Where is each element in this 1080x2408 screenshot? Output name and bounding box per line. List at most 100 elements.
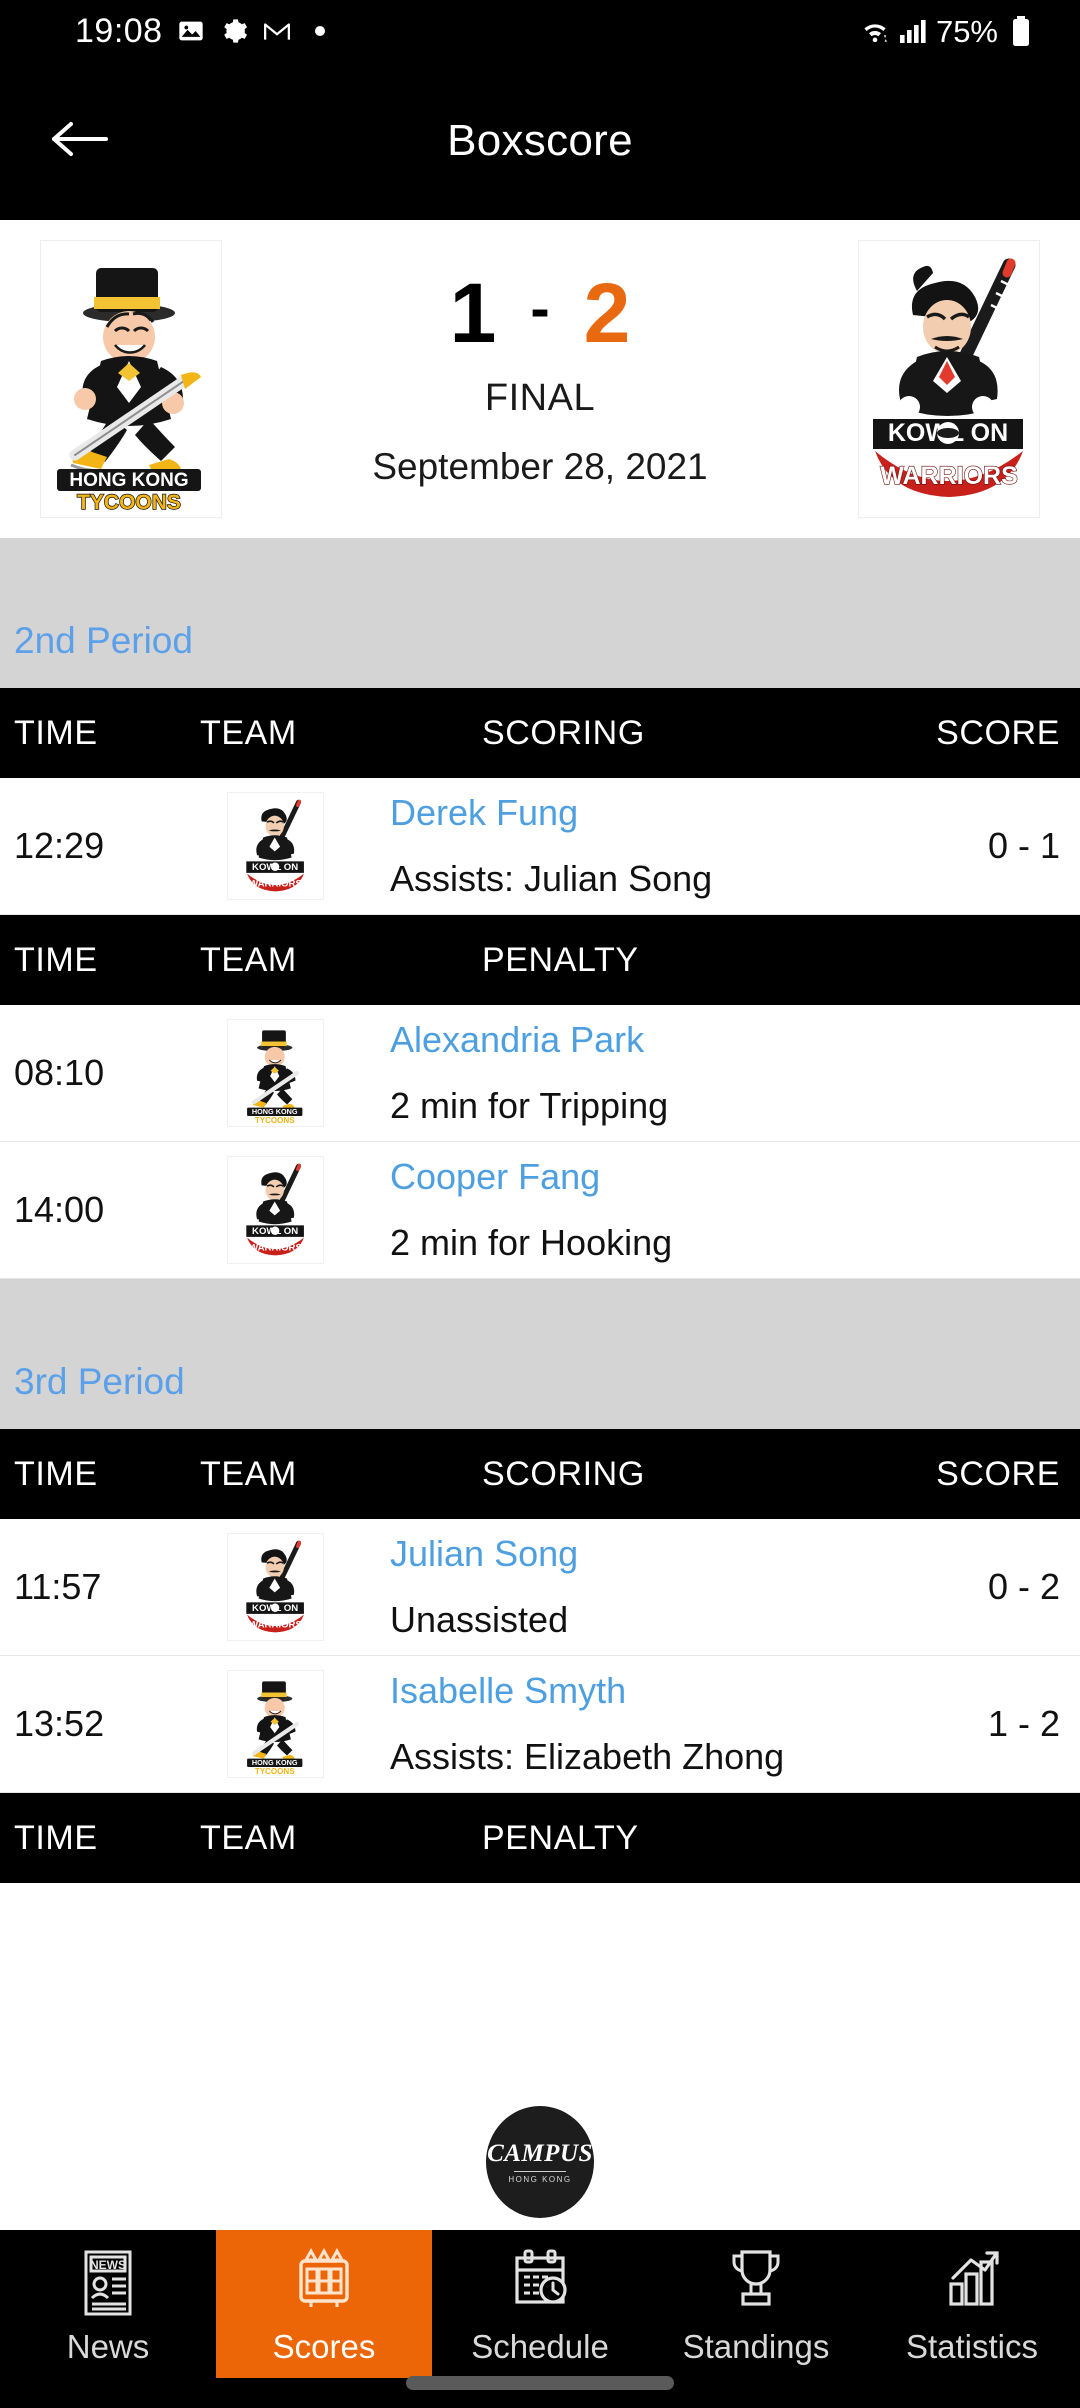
event-team-cell: KOWL ON WARRIORS — [200, 1156, 350, 1264]
bottom-navigation: NEWS News Scores Schedule Standings Stat… — [0, 2230, 1080, 2408]
status-bar-right: 75% — [860, 16, 1080, 47]
scoring-column-header-2nd: TIME TEAM SCORING SCORE — [0, 688, 1080, 778]
hong-kong-tycoons-logo: HONG KONG TYCOONS — [226, 1019, 324, 1127]
column-header-team: TEAM — [200, 713, 297, 752]
battery-icon — [1006, 16, 1036, 46]
column-header-team: TEAM — [200, 1818, 297, 1857]
event-detail-cell: Derek Fung Assists: Julian Song — [350, 792, 850, 900]
event-description: Assists: Elizabeth Zhong — [390, 1736, 785, 1777]
event-team-cell: KOWL ON WARRIORS — [200, 1533, 350, 1641]
svg-text:WARRIORS: WARRIORS — [880, 462, 1018, 490]
score-center: 1 - 2 FINAL September 28, 2021 — [222, 271, 858, 488]
nav-item-scores[interactable]: Scores — [216, 2230, 432, 2378]
home-team-logo[interactable]: HONG KONG TYCOONS — [40, 240, 222, 518]
event-detail-cell: Alexandria Park 2 min for Tripping — [350, 1019, 850, 1127]
cellular-signal-icon — [898, 16, 928, 46]
player-link[interactable]: Derek Fung — [390, 792, 850, 834]
away-score: 2 — [583, 265, 631, 360]
svg-text:WARRIORS: WARRIORS — [249, 1242, 302, 1253]
app-header: Boxscore — [0, 62, 1080, 220]
event-description: Unassisted — [390, 1599, 569, 1640]
wifi-icon — [860, 16, 890, 46]
player-link[interactable]: Isabelle Smyth — [390, 1670, 850, 1712]
nav-label-standings: Standings — [682, 2327, 830, 2365]
nav-label-scores: Scores — [272, 2327, 376, 2365]
kowloon-warriors-logo: KOWL ON WARRIORS — [226, 792, 324, 900]
period-header-3rd: 3rd Period — [0, 1279, 1080, 1429]
player-link[interactable]: Julian Song — [390, 1533, 850, 1575]
penalty-column-header-3rd: TIME TEAM PENALTY — [0, 1793, 1080, 1883]
event-time: 11:57 — [14, 1566, 102, 1607]
column-header-time: TIME — [14, 1454, 98, 1493]
column-header-penalty: PENALTY — [482, 940, 639, 979]
home-indicator[interactable] — [406, 2376, 674, 2390]
gear-icon — [219, 16, 249, 46]
status-bar-left: 19:08 — [0, 14, 335, 48]
column-header-penalty: PENALTY — [482, 1818, 639, 1857]
nav-item-news[interactable]: NEWS News — [0, 2230, 216, 2378]
home-score: 1 — [449, 265, 497, 360]
event-team-cell: HONG KONG TYCOONS — [200, 1670, 350, 1778]
battery-percent-label: 75% — [935, 13, 998, 49]
column-header-time: TIME — [14, 713, 98, 752]
gmail-icon — [262, 16, 292, 46]
campus-hong-kong-logo[interactable]: CAMPUS HONG KONG — [486, 2106, 594, 2218]
image-icon — [176, 16, 206, 46]
event-time: 14:00 — [14, 1189, 105, 1230]
campus-logo-subtitle: HONG KONG — [508, 2174, 572, 2184]
score-line: 1 - 2 — [450, 271, 631, 355]
table-row[interactable]: 12:29 KOWL ON WARRIORS Derek Fung Assist… — [0, 778, 1080, 915]
scoreboard: HONG KONG TYCOONS 1 - 2 FINAL September … — [0, 220, 1080, 538]
table-row[interactable]: 14:00 KOWL ON WARRIORS Cooper Fang 2 min… — [0, 1142, 1080, 1279]
event-team-cell: KOWL ON WARRIORS — [200, 792, 350, 900]
running-score: 0 - 2 — [987, 1566, 1060, 1607]
column-header-score: SCORE — [936, 1454, 1060, 1493]
event-description: 2 min for Hooking — [390, 1222, 673, 1263]
boxscore-scroll-area[interactable]: 2nd Period TIME TEAM SCORING SCORE 12:29 — [0, 538, 1080, 2224]
page-title: Boxscore — [447, 116, 633, 165]
calendar-clock-icon — [509, 2246, 571, 2320]
running-score: 1 - 2 — [987, 1703, 1060, 1744]
nav-item-schedule[interactable]: Schedule — [432, 2230, 648, 2378]
trophy-icon — [725, 2246, 787, 2320]
svg-text:HONG KONG: HONG KONG — [251, 1107, 297, 1116]
event-time: 12:29 — [14, 825, 105, 866]
event-detail-cell: Julian Song Unassisted — [350, 1533, 850, 1641]
score-separator: - — [530, 275, 550, 341]
svg-text:TYCOONS: TYCOONS — [77, 491, 181, 514]
event-team-cell: HONG KONG TYCOONS — [200, 1019, 350, 1127]
nav-item-statistics[interactable]: Statistics — [864, 2230, 1080, 2378]
kowloon-warriors-logo: KOWL ON WARRIORS — [226, 1533, 324, 1641]
campus-logo-bar: CAMPUS HONG KONG — [0, 2094, 1080, 2230]
table-row[interactable]: 08:10 HONG KONG TYCOONS Alexandria Park … — [0, 1005, 1080, 1142]
newspaper-icon: NEWS — [78, 2246, 138, 2320]
event-time: 08:10 — [14, 1052, 105, 1093]
player-link[interactable]: Cooper Fang — [390, 1156, 850, 1198]
column-header-time: TIME — [14, 1818, 98, 1857]
nav-label-statistics: Statistics — [905, 2327, 1039, 2365]
column-header-team: TEAM — [200, 940, 297, 979]
column-header-scoring: SCORING — [482, 713, 645, 752]
event-description: 2 min for Tripping — [390, 1085, 669, 1126]
nav-item-standings[interactable]: Standings — [648, 2230, 864, 2378]
hong-kong-tycoons-logo: HONG KONG TYCOONS — [226, 1670, 324, 1778]
column-header-team: TEAM — [200, 1454, 297, 1493]
table-row[interactable]: 11:57 KOWL ON WARRIORS Julian Song Unass… — [0, 1519, 1080, 1656]
dot-icon — [305, 16, 335, 46]
svg-text:NEWS: NEWS — [90, 2258, 126, 2272]
away-team-logo[interactable]: KOWL ON WARRIORS — [858, 240, 1040, 518]
event-detail-cell: Isabelle Smyth Assists: Elizabeth Zhong — [350, 1670, 850, 1778]
svg-text:TYCOONS: TYCOONS — [254, 1767, 294, 1776]
game-date: September 28, 2021 — [372, 445, 708, 487]
boxscore-screen: 19:08 75% Boxscore HONG KONG TYCOONS 1 -… — [0, 0, 1080, 2408]
penalty-column-header-2nd: TIME TEAM PENALTY — [0, 915, 1080, 1005]
column-header-score: SCORE — [936, 713, 1060, 752]
status-bar-clock: 19:08 — [75, 12, 163, 50]
column-header-time: TIME — [14, 940, 98, 979]
nav-label-schedule: Schedule — [471, 2327, 609, 2365]
player-link[interactable]: Alexandria Park — [390, 1019, 850, 1061]
scoreboard-icon — [293, 2246, 355, 2320]
svg-text:HONG KONG: HONG KONG — [69, 470, 188, 491]
table-row[interactable]: 13:52 HONG KONG TYCOONS Isabelle Smyth A… — [0, 1656, 1080, 1793]
column-header-scoring: SCORING — [482, 1454, 645, 1493]
